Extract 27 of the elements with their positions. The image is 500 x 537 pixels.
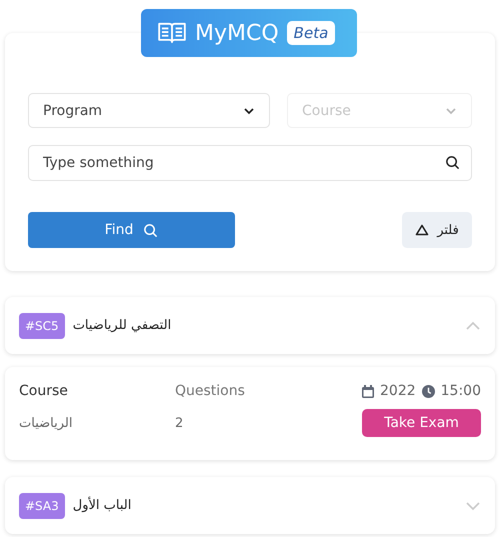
code-badge: #SA3 <box>19 492 65 518</box>
search-icon <box>143 222 158 238</box>
chevron-up-icon <box>465 320 481 330</box>
course-value: الرياضيات <box>19 416 72 430</box>
triangle-icon <box>415 224 430 236</box>
exam-title: الباب الأول <box>72 498 132 513</box>
exam-date: 2022 <box>380 383 416 399</box>
clock-icon <box>422 384 435 398</box>
questions-label: Questions <box>175 383 246 399</box>
exam-title: التصفي للرياضيات <box>72 318 172 333</box>
take-exam-button[interactable]: Take Exam <box>362 409 481 437</box>
chevron-down-icon <box>243 106 255 114</box>
calendar-icon <box>362 384 374 398</box>
logo-text: MyMCQ <box>195 20 279 46</box>
find-button[interactable]: Find <box>28 212 235 248</box>
search-field[interactable]: Type something <box>28 145 472 181</box>
exam-time: 15:00 <box>440 383 481 399</box>
filter-button[interactable]: فلتر <box>402 212 472 248</box>
course-label: Course <box>19 383 69 399</box>
search-icon <box>445 155 460 170</box>
chevron-down-icon <box>465 500 481 510</box>
chevron-down-icon <box>445 106 457 114</box>
select-field[interactable]: Program <box>28 93 270 128</box>
beta-badge: Beta <box>286 21 336 45</box>
questions-count: 2 <box>175 416 184 430</box>
book-icon <box>157 22 187 44</box>
code-badge: #SC5 <box>19 312 65 338</box>
